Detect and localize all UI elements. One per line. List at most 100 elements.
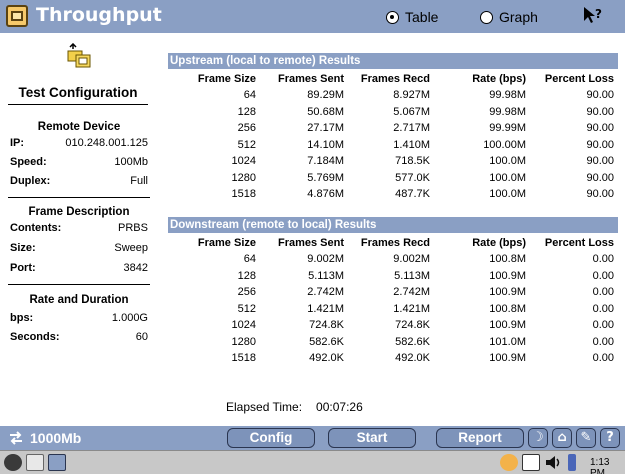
table-cell: 99.98M: [489, 89, 526, 102]
table-row: 1280 582.6K 582.6K 101.0M 0.00: [168, 334, 618, 351]
clipboard-icon[interactable]: [522, 454, 540, 471]
test-configuration-heading: Test Configuration: [8, 85, 148, 105]
table-cell: 0.00: [592, 335, 614, 348]
upstream-results-table: Frame Size Frames Sent Frames Recd Rate (bp…: [168, 70, 618, 203]
link-speed-label: 1000Mb: [30, 430, 82, 446]
whats-this-icon[interactable]: ?: [582, 5, 604, 32]
start-menu-icon[interactable]: [4, 454, 22, 471]
table-cell: 582.6K: [309, 335, 344, 348]
column-header: Frame Size: [197, 72, 256, 85]
table-cell: 64: [243, 253, 256, 266]
table-cell: 492.0K: [309, 352, 344, 365]
divider: [8, 197, 150, 198]
config-button[interactable]: Config: [227, 428, 315, 448]
seconds-row: Seconds: 60: [10, 331, 148, 343]
downstream-results-table: Frame Size Frames Sent Frames Recd Rate (bp…: [168, 234, 618, 367]
column-header: Frames Sent: [277, 236, 344, 249]
table-row: 256 2.742M 2.742M 100.9M 0.00: [168, 284, 618, 301]
table-cell: 487.7K: [395, 188, 430, 201]
app-title: Throughput: [36, 4, 162, 26]
table-row: 1518 492.0K 492.0K 100.9M 0.00: [168, 350, 618, 367]
size-value: Sweep: [114, 242, 148, 254]
table-cell: 100.0M: [489, 188, 526, 201]
elapsed-time-value: 00:07:26: [316, 400, 363, 414]
upstream-results-header: Upstream (local to remote) Results: [168, 53, 618, 69]
speaker-icon[interactable]: [544, 454, 562, 471]
table-cell: 99.98M: [489, 105, 526, 118]
ip-label: IP:: [10, 137, 25, 149]
table-cell: 1518: [231, 188, 256, 201]
app-task-icon[interactable]: [48, 454, 66, 471]
table-cell: 90.00: [586, 138, 614, 151]
app-window-icon[interactable]: [6, 5, 28, 27]
table-cell: 128: [237, 269, 256, 282]
table-row: 1024 7.184M 718.5K 100.0M 90.00: [168, 153, 618, 170]
report-button[interactable]: Report: [436, 428, 524, 448]
network-status-icon[interactable]: [500, 454, 518, 471]
help-button[interactable]: ?: [600, 428, 620, 448]
table-cell: 512: [237, 302, 256, 315]
moon-icon[interactable]: ☽: [528, 428, 548, 448]
table-cell: 1024: [231, 319, 256, 332]
divider: [8, 284, 150, 285]
table-cell: 1518: [231, 352, 256, 365]
table-cell: 5.113M: [308, 269, 344, 282]
contents-label: Contents:: [10, 222, 62, 234]
table-cell: 1.421M: [393, 302, 430, 315]
table-cell: 724.8K: [309, 319, 344, 332]
home-icon[interactable]: ⌂: [552, 428, 572, 448]
column-header: Frame Size: [197, 236, 256, 249]
table-cell: 90.00: [586, 171, 614, 184]
column-header: Percent Loss: [544, 236, 614, 249]
table-row: 64 9.002M 9.002M 100.8M 0.00: [168, 251, 618, 268]
table-cell: 101.0M: [489, 335, 526, 348]
radio-selected-icon: [386, 10, 399, 24]
view-table-radio[interactable]: Table: [386, 9, 438, 25]
radio-unselected-icon: [480, 10, 493, 24]
table-cell: 100.9M: [489, 286, 526, 299]
config-panel: Test Configuration Remote Device IP: 010…: [0, 33, 158, 393]
port-value: 3842: [123, 262, 148, 274]
network-folder-icon: [66, 42, 92, 69]
duplex-label: Duplex:: [10, 175, 51, 187]
table-cell: 724.8K: [395, 319, 430, 332]
tools-icon[interactable]: ✎: [576, 428, 596, 448]
table-cell: 9.002M: [307, 253, 344, 266]
remote-device-title: Remote Device: [37, 121, 121, 133]
seconds-value: 60: [135, 331, 148, 343]
link-speed-button[interactable]: 1000Mb: [8, 428, 81, 448]
system-taskbar: 1:13 PM: [0, 450, 625, 474]
table-row: 128 5.113M 5.113M 100.9M 0.00: [168, 268, 618, 285]
table-cell: 100.9M: [489, 319, 526, 332]
table-cell: 9.002M: [393, 253, 430, 266]
table-row: 1518 4.876M 487.7K 100.0M 90.00: [168, 186, 618, 203]
duplex-row: Duplex: Full: [10, 175, 148, 187]
table-cell: 718.5K: [395, 155, 430, 168]
table-row: 64 89.29M 8.927M 99.98M 90.00: [168, 87, 618, 104]
swap-arrows-icon: [10, 431, 22, 445]
table-cell: 7.184M: [307, 155, 344, 168]
keyboard-icon[interactable]: [26, 454, 44, 471]
battery-icon[interactable]: [568, 454, 576, 471]
table-cell: 5.067M: [393, 105, 430, 118]
table-cell: 0.00: [592, 253, 614, 266]
start-button[interactable]: Start: [328, 428, 416, 448]
speed-value: 100Mb: [114, 156, 148, 168]
table-cell: 50.68M: [307, 105, 344, 118]
table-cell: 256: [237, 122, 256, 135]
size-row: Size: Sweep: [10, 242, 148, 254]
table-cell: 1024: [231, 155, 256, 168]
table-cell: 5.769M: [307, 171, 344, 184]
table-cell: 8.927M: [393, 89, 430, 102]
view-graph-radio[interactable]: Graph: [480, 9, 538, 25]
table-cell: 90.00: [586, 105, 614, 118]
svg-text:?: ?: [595, 7, 602, 21]
column-header: Rate (bps): [472, 72, 526, 85]
title-bar: Throughput Table Graph ?: [0, 0, 625, 33]
table-cell: 512: [237, 138, 256, 151]
bps-label: bps:: [10, 312, 34, 324]
table-cell: 89.29M: [307, 89, 344, 102]
table-cell: 100.0M: [489, 155, 526, 168]
ip-value: 010.248.001.125: [65, 137, 148, 149]
duplex-value: Full: [130, 175, 148, 187]
